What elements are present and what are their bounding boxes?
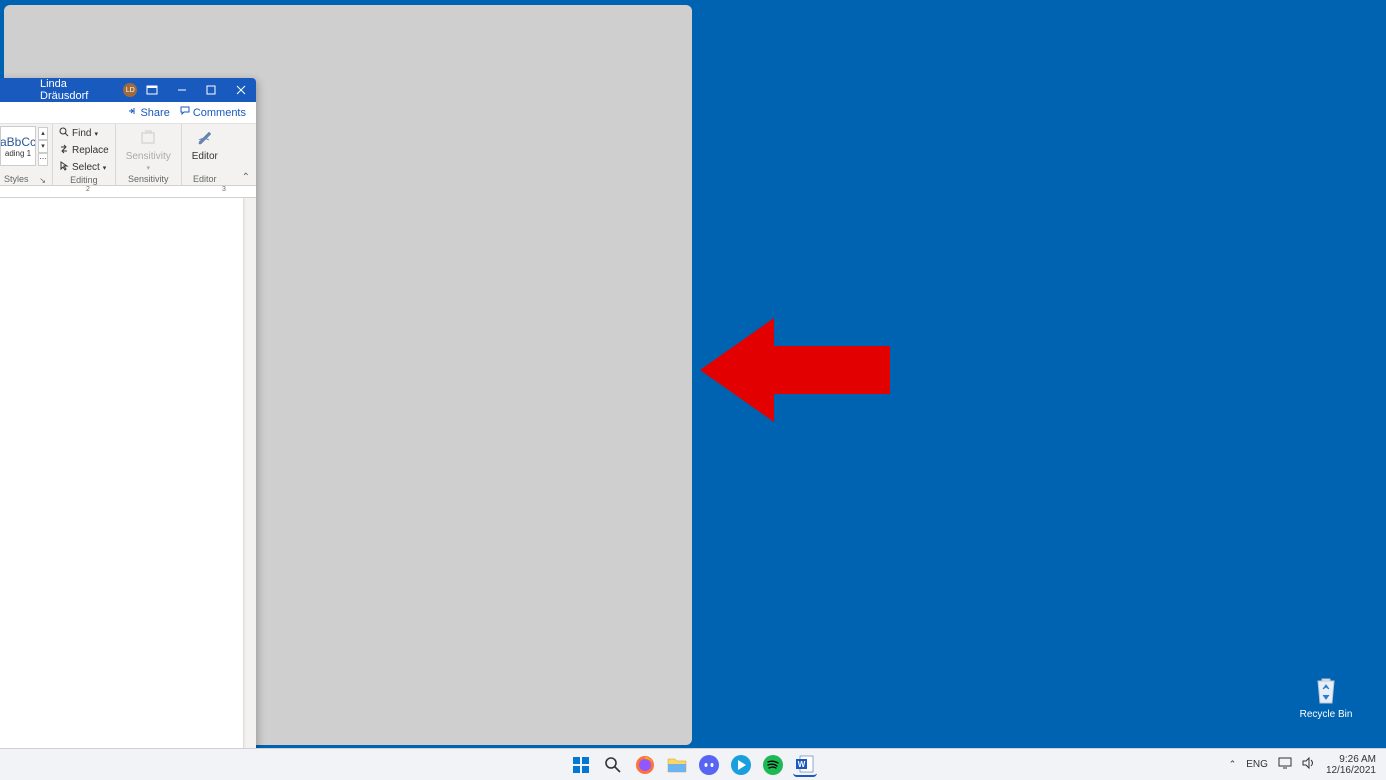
chevron-down-icon: ▾ [103,164,107,172]
share-icon [127,106,137,119]
ribbon: aBbCc ading 1 ▴▾⋯ Styles ↘ Find ▾ [0,124,256,186]
styles-spinner[interactable]: ▴▾⋯ [38,127,48,166]
replace-icon [59,144,69,157]
cursor-icon [59,161,69,174]
comments-button[interactable]: Comments [180,106,246,119]
tablet-mode-icon[interactable] [1278,757,1292,772]
svg-text:W: W [798,760,806,769]
word-window: Linda Dräusdorf LD Share Comments [0,78,256,750]
editing-group: Find ▾ Replace Select ▾ Editing [53,124,116,185]
clock[interactable]: 9:26 AM 12/16/2021 [1326,754,1376,776]
taskbar: W ⌃ ENG 9:26 AM 12/16/2021 [0,748,1386,780]
replace-button[interactable]: Replace [57,143,111,158]
volume-icon[interactable] [1302,757,1316,772]
styles-group-label: Styles [0,174,39,185]
editor-group-label: Editor [186,174,224,185]
find-button[interactable]: Find ▾ [57,126,100,141]
editor-group: Editor Editor [182,124,228,185]
ruler-mark: 2 [86,186,90,193]
ruler[interactable]: 2 3 [0,186,256,198]
styles-group: aBbCc ading 1 ▴▾⋯ Styles ↘ [0,124,53,185]
sensitivity-button: Sensitivity ▾ [120,126,177,174]
titlebar-user-name: Linda Dräusdorf [40,78,117,102]
start-button[interactable] [569,753,593,777]
language-indicator[interactable]: ENG [1246,759,1268,770]
user-avatar[interactable]: LD [123,83,137,97]
editor-button[interactable]: Editor [186,126,224,164]
editor-icon [196,128,214,149]
search-icon [59,127,69,140]
ribbon-display-options-button[interactable] [137,78,167,102]
collapse-ribbon-button[interactable]: ⌃ [242,172,250,183]
sensitivity-group: Sensitivity ▾ Sensitivity [116,124,182,185]
share-button[interactable]: Share [127,106,169,119]
select-button[interactable]: Select ▾ [57,160,108,175]
discord-icon[interactable] [697,753,721,777]
tray-overflow-button[interactable]: ⌃ [1229,759,1237,770]
word-titlebar[interactable]: Linda Dräusdorf LD [0,78,256,102]
document-area [0,198,256,750]
close-button[interactable] [226,78,256,102]
recycle-bin-icon[interactable]: Recycle Bin [1296,675,1356,720]
ruler-mark: 3 [222,186,226,193]
spotify-icon[interactable] [761,753,785,777]
search-button[interactable] [601,753,625,777]
comment-icon [180,106,190,119]
styles-dialog-launcher[interactable]: ↘ [39,176,48,185]
file-explorer-icon[interactable] [665,753,689,777]
time-text: 9:26 AM [1326,754,1376,765]
minimize-button[interactable] [167,78,197,102]
annotation-arrow-left [700,318,890,427]
taskbar-center: W [569,753,817,777]
date-text: 12/16/2021 [1326,765,1376,776]
sensitivity-group-label: Sensitivity [120,174,177,185]
document-page[interactable] [0,198,244,750]
editing-group-label: Editing [57,175,111,186]
recycle-bin-label: Recycle Bin [1296,709,1356,720]
system-tray: ⌃ ENG 9:26 AM 12/16/2021 [1229,754,1386,776]
media-player-icon[interactable] [729,753,753,777]
maximize-button[interactable] [197,78,227,102]
firefox-icon[interactable] [633,753,657,777]
comments-label: Comments [193,107,246,119]
share-bar: Share Comments [0,102,256,124]
share-label: Share [140,107,169,119]
chevron-down-icon: ▾ [94,130,98,138]
sensitivity-icon [139,128,157,149]
word-taskbar-icon[interactable]: W [793,753,817,777]
style-heading1[interactable]: aBbCc ading 1 [0,126,36,166]
